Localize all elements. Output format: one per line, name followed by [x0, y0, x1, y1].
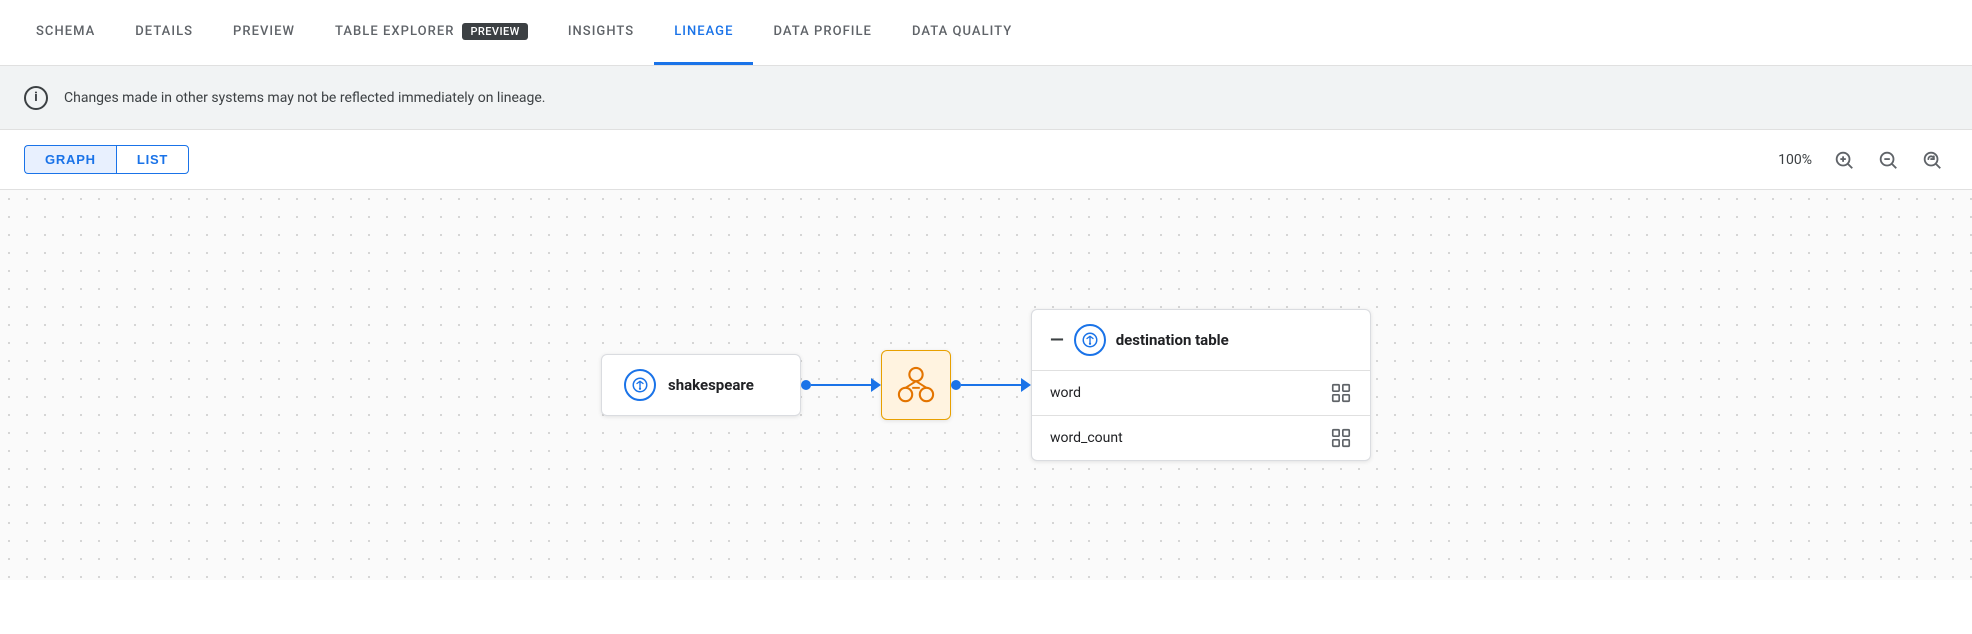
destination-node[interactable]: — destination table word	[1031, 309, 1371, 461]
connector-line-1	[811, 384, 871, 386]
zoom-reset-button[interactable]	[1916, 144, 1948, 176]
tab-data-quality[interactable]: DATA QUALITY	[892, 0, 1032, 65]
zoom-in-button[interactable]	[1828, 144, 1860, 176]
connector-transform-dest	[951, 378, 1031, 392]
toolbar: GRAPH LIST 100%	[0, 130, 1972, 190]
lineage-graph: shakespeare	[601, 309, 1371, 461]
tab-schema[interactable]: SCHEMA	[16, 0, 115, 65]
tab-data-profile[interactable]: DATA PROFILE	[753, 0, 891, 65]
field-name-word: word	[1050, 385, 1081, 401]
tabs-bar: SCHEMA DETAILS PREVIEW TABLE EXPLORER PR…	[0, 0, 1972, 66]
destination-node-label: destination table	[1116, 331, 1229, 349]
zoom-controls: 100%	[1778, 144, 1948, 176]
source-node-shakespeare[interactable]: shakespeare	[601, 354, 801, 416]
field-link-icon-word	[1330, 382, 1352, 404]
list-view-button[interactable]: LIST	[116, 145, 189, 174]
table-explorer-preview-badge: PREVIEW	[462, 23, 527, 40]
zoom-out-button[interactable]	[1872, 144, 1904, 176]
source-node-icon	[624, 369, 656, 401]
tab-preview[interactable]: PREVIEW	[213, 0, 315, 65]
destination-node-header: — destination table	[1032, 310, 1370, 371]
connector-arrow-2	[1021, 378, 1031, 392]
zoom-percentage: 100%	[1778, 152, 1812, 168]
tab-lineage[interactable]: LINEAGE	[654, 0, 753, 65]
connector-source-transform	[801, 378, 881, 392]
tab-details[interactable]: DETAILS	[115, 0, 213, 65]
info-icon: i	[24, 86, 48, 110]
graph-view-button[interactable]: GRAPH	[24, 145, 116, 174]
destination-field-word-count[interactable]: word_count	[1032, 416, 1370, 460]
tab-table-explorer[interactable]: TABLE EXPLORER PREVIEW	[315, 0, 548, 65]
connector-dot-start-2	[951, 380, 961, 390]
connector-line-2	[961, 384, 1021, 386]
destination-field-word[interactable]: word	[1032, 371, 1370, 416]
connector-dot-start	[801, 380, 811, 390]
transform-node[interactable]	[881, 350, 951, 420]
connector-arrow-1	[871, 378, 881, 392]
destination-node-icon	[1074, 324, 1106, 356]
view-toggle: GRAPH LIST	[24, 145, 189, 174]
lineage-canvas[interactable]: shakespeare	[0, 190, 1972, 580]
info-bar: i Changes made in other systems may not …	[0, 66, 1972, 130]
field-link-icon-word-count	[1330, 427, 1352, 449]
field-name-word-count: word_count	[1050, 430, 1123, 446]
info-message: Changes made in other systems may not be…	[64, 90, 546, 106]
source-node-label: shakespeare	[668, 376, 754, 394]
tab-insights[interactable]: INSIGHTS	[548, 0, 654, 65]
